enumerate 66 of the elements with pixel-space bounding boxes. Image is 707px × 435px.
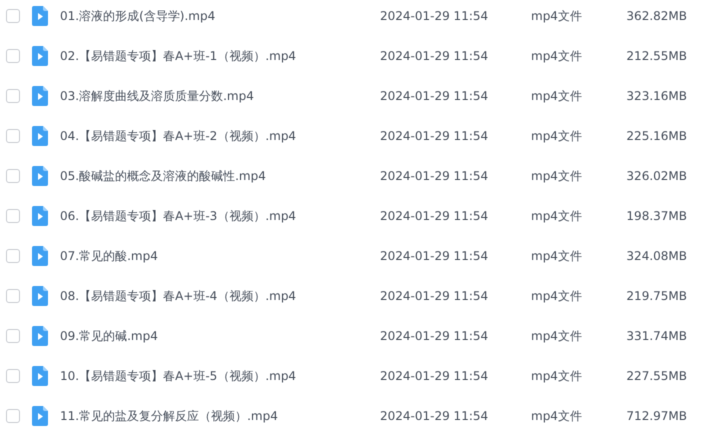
checkbox[interactable] xyxy=(6,329,20,343)
file-type: mp4文件 xyxy=(531,329,582,343)
file-size: 219.75MB xyxy=(626,289,687,303)
file-name[interactable]: 06.【易错题专项】春A+班-3（视频）.mp4 xyxy=(60,209,296,223)
modified-date: 2024-01-29 11:54 xyxy=(380,249,488,263)
file-type: mp4文件 xyxy=(531,289,582,303)
video-file-icon xyxy=(32,206,48,226)
file-type: mp4文件 xyxy=(531,369,582,383)
modified-date: 2024-01-29 11:54 xyxy=(380,289,488,303)
modified-date: 2024-01-29 11:54 xyxy=(380,329,488,343)
file-name[interactable]: 04.【易错题专项】春A+班-2（视频）.mp4 xyxy=(60,129,296,143)
file-size: 227.55MB xyxy=(626,369,687,383)
file-name[interactable]: 07.常见的酸.mp4 xyxy=(60,249,158,263)
file-size: 212.55MB xyxy=(626,49,687,63)
video-file-icon xyxy=(32,46,48,66)
checkbox[interactable] xyxy=(6,249,20,263)
file-type: mp4文件 xyxy=(531,129,582,143)
file-type: mp4文件 xyxy=(531,169,582,183)
file-size: 324.08MB xyxy=(626,249,687,263)
video-file-icon xyxy=(32,246,48,266)
checkbox[interactable] xyxy=(6,129,20,143)
file-name[interactable]: 01.溶液的形成(含导学).mp4 xyxy=(60,9,216,23)
file-type: mp4文件 xyxy=(531,9,582,23)
file-size: 712.97MB xyxy=(626,409,687,423)
video-file-icon xyxy=(32,406,48,426)
modified-date: 2024-01-29 11:54 xyxy=(380,9,488,23)
file-size: 331.74MB xyxy=(626,329,687,343)
modified-date: 2024-01-29 11:54 xyxy=(380,369,488,383)
checkbox[interactable] xyxy=(6,49,20,63)
video-file-icon xyxy=(32,126,48,146)
video-file-icon xyxy=(32,326,48,346)
file-size: 326.02MB xyxy=(626,169,687,183)
checkbox[interactable] xyxy=(6,9,20,23)
checkbox[interactable] xyxy=(6,289,20,303)
checkbox[interactable] xyxy=(6,409,20,423)
checkbox[interactable] xyxy=(6,89,20,103)
video-file-icon xyxy=(32,6,48,26)
file-name[interactable]: 02.【易错题专项】春A+班-1（视频）.mp4 xyxy=(60,49,296,63)
file-name[interactable]: 05.酸碱盐的概念及溶液的酸碱性.mp4 xyxy=(60,169,266,183)
file-size: 362.82MB xyxy=(626,9,687,23)
file-type: mp4文件 xyxy=(531,409,582,423)
video-file-icon xyxy=(32,166,48,186)
file-name[interactable]: 03.溶解度曲线及溶质质量分数.mp4 xyxy=(60,89,254,103)
file-type: mp4文件 xyxy=(531,209,582,223)
file-name[interactable]: 11.常见的盐及复分解反应（视频）.mp4 xyxy=(60,409,278,423)
video-file-icon xyxy=(32,86,48,106)
file-size: 323.16MB xyxy=(626,89,687,103)
file-type: mp4文件 xyxy=(531,249,582,263)
file-name[interactable]: 10.【易错题专项】春A+班-5（视频）.mp4 xyxy=(60,369,296,383)
modified-date: 2024-01-29 11:54 xyxy=(380,129,488,143)
file-name[interactable]: 08.【易错题专项】春A+班-4（视频）.mp4 xyxy=(60,289,296,303)
file-type: mp4文件 xyxy=(531,89,582,103)
video-file-icon xyxy=(32,286,48,306)
file-type: mp4文件 xyxy=(531,49,582,63)
checkbox[interactable] xyxy=(6,169,20,183)
modified-date: 2024-01-29 11:54 xyxy=(380,169,488,183)
modified-date: 2024-01-29 11:54 xyxy=(380,89,488,103)
file-size: 198.37MB xyxy=(626,209,687,223)
file-name[interactable]: 09.常见的碱.mp4 xyxy=(60,329,158,343)
checkbox[interactable] xyxy=(6,209,20,223)
modified-date: 2024-01-29 11:54 xyxy=(380,409,488,423)
modified-date: 2024-01-29 11:54 xyxy=(380,209,488,223)
modified-date: 2024-01-29 11:54 xyxy=(380,49,488,63)
file-size: 225.16MB xyxy=(626,129,687,143)
video-file-icon xyxy=(32,366,48,386)
checkbox[interactable] xyxy=(6,369,20,383)
